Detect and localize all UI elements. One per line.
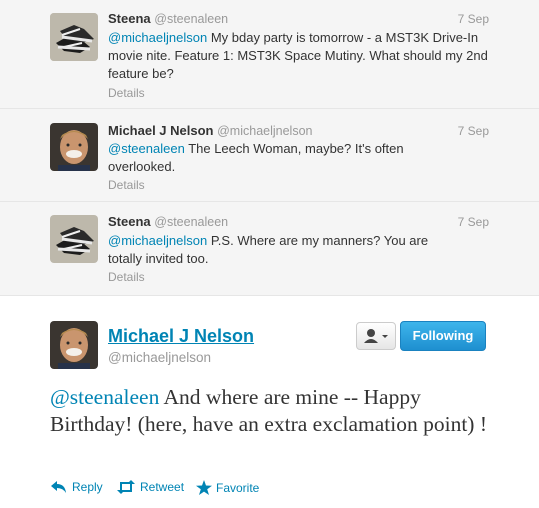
main-tweet: Michael J Nelson @michaeljnelson Followi… (0, 296, 539, 508)
avatar-steena[interactable] (50, 13, 98, 61)
reply-icon (51, 481, 66, 493)
retweet-label: Retweet (140, 480, 185, 494)
tweet-item[interactable]: Michael J Nelson @michaeljnelson 7 Sep @… (0, 109, 539, 202)
star-icon (196, 480, 212, 495)
tweet-timestamp[interactable]: 7 Sep (458, 124, 489, 138)
tweet-timestamp[interactable]: 7 Sep (458, 12, 489, 26)
conversation-thread: Steena @steenaleen 7 Sep @michaeljnelson… (0, 0, 539, 296)
mention-link[interactable]: @steenaleen (50, 385, 159, 409)
tweet-screen-name[interactable]: @steenaleen (154, 12, 228, 26)
retweet-button[interactable]: Retweet (116, 480, 184, 494)
chevron-down-icon (382, 335, 388, 338)
tweet-timestamp[interactable]: 7 Sep (458, 215, 489, 229)
tweet-screen-name[interactable]: @michaeljnelson (217, 124, 312, 138)
tweet-text: @michaeljnelson My bday party is tomorro… (108, 29, 488, 83)
mention-link[interactable]: @steenaleen (108, 141, 185, 156)
tweet-item[interactable]: Steena @steenaleen 7 Sep @michaeljnelson… (0, 202, 539, 296)
tweet-author-name[interactable]: Steena (108, 214, 151, 229)
avatar-steena[interactable] (50, 215, 98, 263)
tweet-author-name[interactable]: Steena (108, 11, 151, 26)
details-link[interactable]: Details (108, 178, 145, 192)
main-tweet-text: @steenaleen And where are mine -- Happy … (50, 384, 490, 438)
details-link[interactable]: Details (108, 270, 145, 284)
tweet-header: Michael J Nelson @michaeljnelson (108, 123, 312, 139)
reply-label: Reply (72, 480, 103, 494)
tweet-screen-name[interactable]: @steenaleen (154, 215, 228, 229)
details-link[interactable]: Details (108, 86, 145, 100)
tweet-text: @michaeljnelson P.S. Where are my manner… (108, 232, 448, 268)
tweet-item[interactable]: Steena @steenaleen 7 Sep @michaeljnelson… (0, 0, 539, 109)
user-icon (364, 329, 388, 343)
user-actions-button[interactable] (356, 322, 396, 350)
following-button[interactable]: Following (400, 321, 486, 351)
main-screen-name[interactable]: @michaeljnelson (108, 350, 211, 365)
favorite-label: Favorite (216, 481, 260, 495)
favorite-button[interactable]: Favorite (196, 480, 259, 495)
mention-link[interactable]: @michaeljnelson (108, 233, 207, 248)
tweet-header: Steena @steenaleen (108, 11, 228, 27)
avatar-michael[interactable] (50, 123, 98, 171)
mention-link[interactable]: @michaeljnelson (108, 30, 207, 45)
tweet-author-name[interactable]: Michael J Nelson (108, 123, 213, 138)
main-author-name[interactable]: Michael J Nelson (108, 326, 254, 347)
tweet-text: @steenaleen The Leech Woman, maybe? It's… (108, 140, 448, 176)
main-avatar[interactable] (50, 321, 98, 369)
tweet-header: Steena @steenaleen (108, 214, 228, 230)
retweet-icon (117, 480, 135, 494)
reply-button[interactable]: Reply (50, 480, 103, 494)
